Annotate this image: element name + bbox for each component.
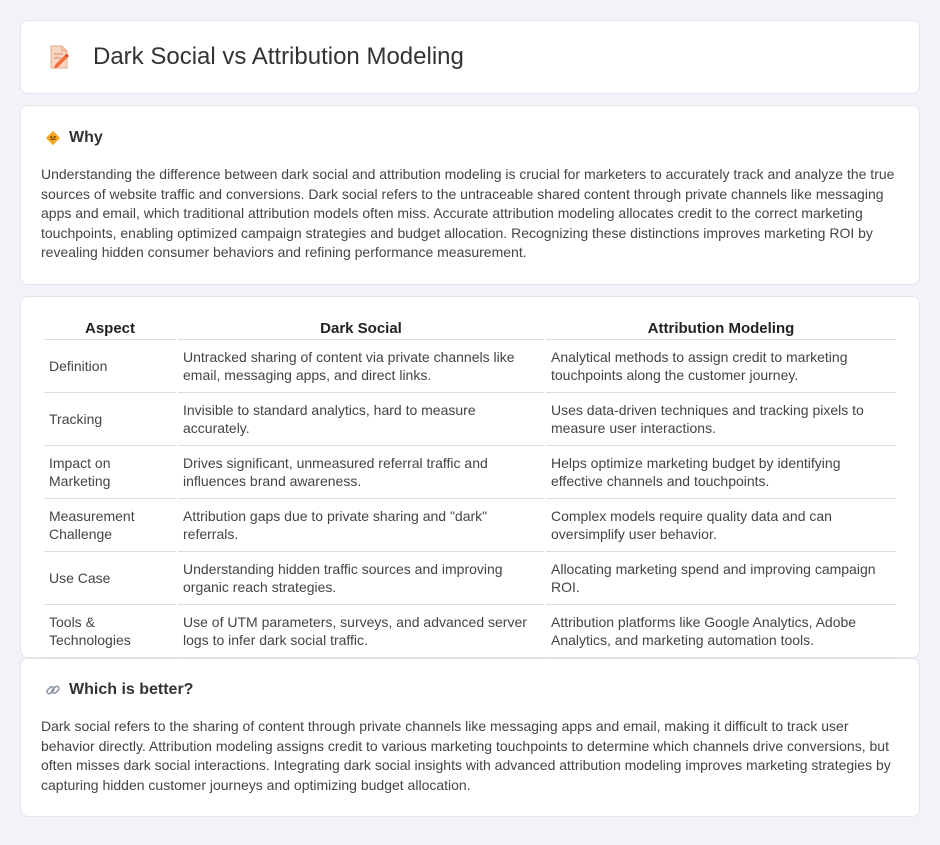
table-row: Tracking Invisible to standard analytics…: [44, 393, 896, 446]
comparison-table: Aspect Dark Social Attribution Modeling …: [42, 319, 898, 658]
better-heading: Which is better?: [41, 681, 899, 699]
why-section: Why Understanding the difference between…: [20, 105, 920, 285]
why-title: Why: [69, 129, 103, 146]
document-edit-icon: [45, 43, 73, 71]
table-row: Measurement Challenge Attribution gaps d…: [44, 499, 896, 552]
attribution-cell: Uses data-driven techniques and tracking…: [546, 393, 896, 446]
aspect-cell: Impact on Marketing: [44, 446, 176, 499]
aspect-cell: Tracking: [44, 393, 176, 446]
aspect-cell: Definition: [44, 340, 176, 393]
aspect-cell: Measurement Challenge: [44, 499, 176, 552]
dark-social-cell: Invisible to standard analytics, hard to…: [178, 393, 544, 446]
attribution-cell: Attribution platforms like Google Analyt…: [546, 605, 896, 658]
comparison-section: Aspect Dark Social Attribution Modeling …: [20, 296, 920, 658]
table-row: Impact on Marketing Drives significant, …: [44, 446, 896, 499]
dark-social-cell: Understanding hidden traffic sources and…: [178, 552, 544, 605]
table-row: Use Case Understanding hidden traffic so…: [44, 552, 896, 605]
dark-social-cell: Use of UTM parameters, surveys, and adva…: [178, 605, 544, 658]
warning-sign-icon: [45, 130, 61, 146]
attribution-cell: Analytical methods to assign credit to m…: [546, 340, 896, 393]
table-row: Definition Untracked sharing of content …: [44, 340, 896, 393]
header-aspect: Aspect: [44, 319, 176, 340]
page-header: Dark Social vs Attribution Modeling: [20, 20, 920, 94]
link-icon: [45, 682, 61, 698]
better-text: Dark social refers to the sharing of con…: [41, 718, 891, 793]
aspect-cell: Use Case: [44, 552, 176, 605]
dark-social-cell: Untracked sharing of content via private…: [178, 340, 544, 393]
dark-social-cell: Drives significant, unmeasured referral …: [178, 446, 544, 499]
dark-social-cell: Attribution gaps due to private sharing …: [178, 499, 544, 552]
attribution-cell: Complex models require quality data and …: [546, 499, 896, 552]
which-is-better-section: Which is better? Dark social refers to t…: [20, 658, 920, 817]
table-row: Tools & Technologies Use of UTM paramete…: [44, 605, 896, 658]
table-header-row: Aspect Dark Social Attribution Modeling: [44, 319, 896, 340]
better-title: Which is better?: [69, 681, 194, 698]
attribution-cell: Helps optimize marketing budget by ident…: [546, 446, 896, 499]
page-title: Dark Social vs Attribution Modeling: [93, 43, 464, 70]
why-heading: Why: [41, 129, 899, 147]
header-dark-social: Dark Social: [178, 319, 544, 340]
header-attribution-modeling: Attribution Modeling: [546, 319, 896, 340]
attribution-cell: Allocating marketing spend and improving…: [546, 552, 896, 605]
why-text: Understanding the difference between dar…: [41, 166, 895, 260]
aspect-cell: Tools & Technologies: [44, 605, 176, 658]
